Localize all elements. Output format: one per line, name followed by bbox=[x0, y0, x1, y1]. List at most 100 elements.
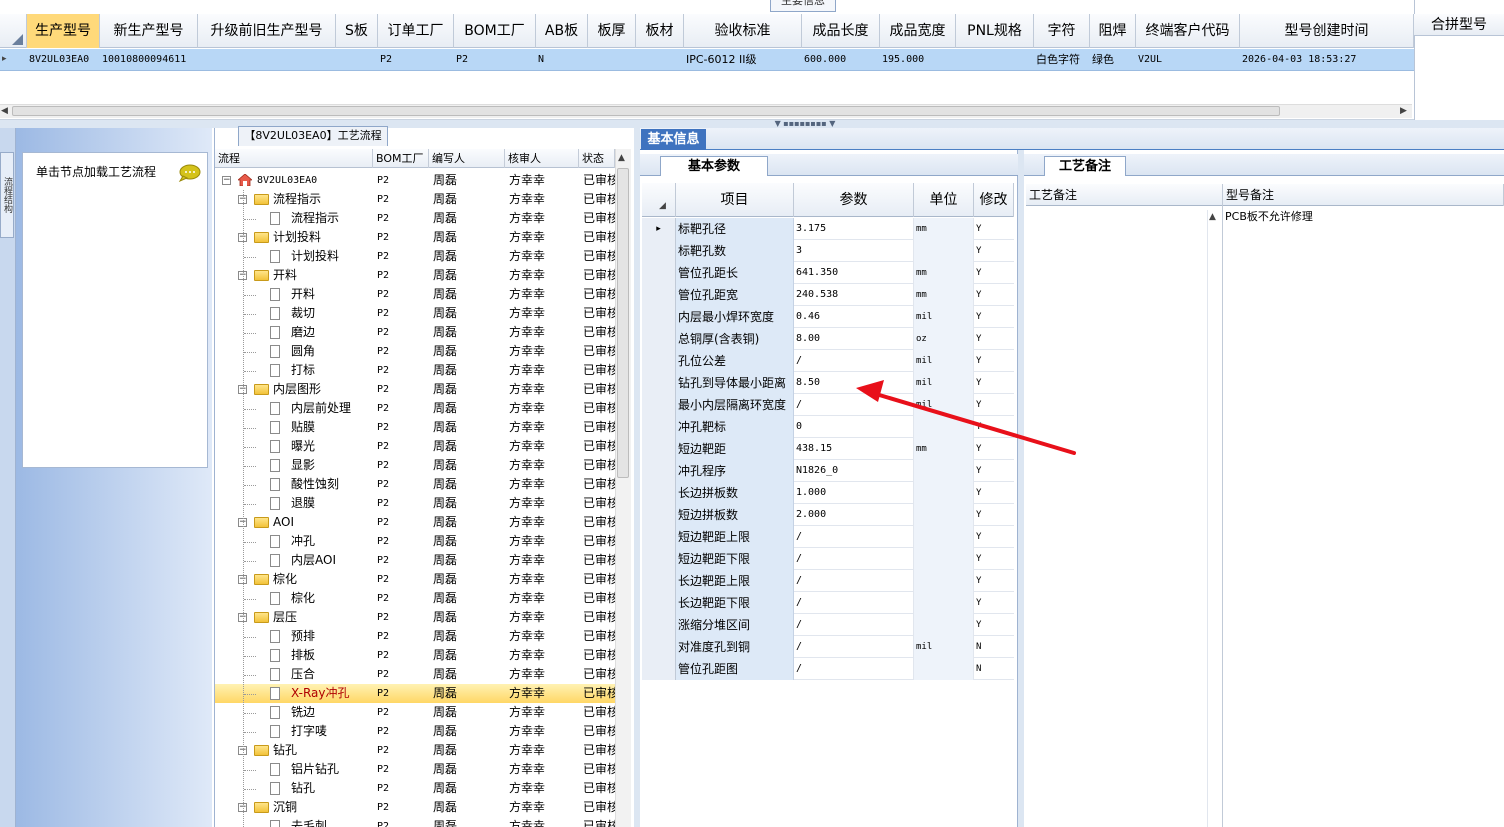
tree-col-status[interactable]: 状态 bbox=[579, 149, 615, 168]
params-cell-unit[interactable] bbox=[914, 592, 974, 614]
tree-col-bom[interactable]: BOM工厂 bbox=[373, 149, 429, 168]
params-cell-modify[interactable]: Y bbox=[974, 240, 1014, 262]
params-cell-modify[interactable]: Y bbox=[974, 504, 1014, 526]
params-col-item[interactable]: 项目 bbox=[676, 183, 794, 217]
tree-node-label[interactable]: 裁切 bbox=[291, 304, 375, 323]
params-cell-modify[interactable]: Y bbox=[974, 416, 1014, 438]
params-cell-unit[interactable] bbox=[914, 614, 974, 636]
row-header[interactable] bbox=[642, 482, 676, 504]
params-cell-unit[interactable]: mm bbox=[914, 262, 974, 284]
params-cell-value[interactable]: / bbox=[794, 658, 914, 680]
row-header[interactable] bbox=[642, 262, 676, 284]
tree-node-label[interactable]: 计划投料 bbox=[291, 247, 375, 266]
tree-node-label[interactable]: 去毛刺 bbox=[291, 817, 375, 827]
scroll-up-icon[interactable]: ▲ bbox=[618, 151, 625, 165]
params-cell-unit[interactable]: mm bbox=[914, 284, 974, 306]
tree-col-reviewer[interactable]: 核审人 bbox=[505, 149, 579, 168]
tree-node-label[interactable]: 显影 bbox=[291, 456, 375, 475]
params-cell-unit[interactable] bbox=[914, 570, 974, 592]
top-col-header[interactable]: 新生产型号 bbox=[100, 14, 198, 48]
params-cell-modify[interactable]: Y bbox=[974, 394, 1014, 416]
tab-basic-info[interactable]: 基本信息 bbox=[641, 129, 706, 150]
params-cell-unit[interactable] bbox=[914, 240, 974, 262]
tree-col-writer[interactable]: 编写人 bbox=[429, 149, 505, 168]
row-header[interactable] bbox=[642, 504, 676, 526]
top-col-header[interactable]: AB板 bbox=[536, 14, 588, 48]
top-grid-cell[interactable]: 10010800094611 bbox=[100, 49, 198, 71]
params-cell-value[interactable]: 3.175 bbox=[794, 218, 914, 240]
params-cell-value[interactable]: 438.15 bbox=[794, 438, 914, 460]
row-header[interactable] bbox=[642, 658, 676, 680]
top-col-header[interactable]: 终端客户代码 bbox=[1136, 14, 1240, 48]
params-cell-value[interactable]: 0.46 bbox=[794, 306, 914, 328]
top-grid-cell[interactable]: IPC-6012 II级 bbox=[684, 49, 802, 71]
tree-node-label[interactable]: 曝光 bbox=[291, 437, 375, 456]
row-header[interactable] bbox=[642, 460, 676, 482]
params-cell-value[interactable]: N1826_0 bbox=[794, 460, 914, 482]
top-col-header[interactable]: 订单工厂 bbox=[378, 14, 454, 48]
notes-scroll-up-icon[interactable]: ▲ bbox=[1209, 210, 1216, 224]
params-col-modify[interactable]: 修改 bbox=[974, 183, 1014, 217]
params-cell-value[interactable]: 8.50 bbox=[794, 372, 914, 394]
params-cell-modify[interactable]: N bbox=[974, 658, 1014, 680]
row-header[interactable] bbox=[642, 240, 676, 262]
top-grid-cell[interactable]: 600.000 bbox=[802, 49, 880, 71]
splitter-grip-icon[interactable]: ▼ ▪▪▪▪▪▪▪▪ ▼ bbox=[770, 120, 840, 128]
top-grid-cell[interactable]: N bbox=[536, 49, 588, 71]
params-cell-value[interactable]: / bbox=[794, 592, 914, 614]
top-col-header[interactable]: BOM工厂 bbox=[454, 14, 536, 48]
tree-node-label[interactable]: 圆角 bbox=[291, 342, 375, 361]
row-header[interactable] bbox=[642, 372, 676, 394]
top-col-header[interactable]: 板厚 bbox=[588, 14, 636, 48]
row-header[interactable] bbox=[642, 548, 676, 570]
params-cell-modify[interactable]: Y bbox=[974, 350, 1014, 372]
params-cell-value[interactable]: / bbox=[794, 614, 914, 636]
params-cell-modify[interactable]: Y bbox=[974, 526, 1014, 548]
row-header[interactable] bbox=[642, 614, 676, 636]
row-header[interactable] bbox=[642, 570, 676, 592]
params-cell-unit[interactable]: mm bbox=[914, 218, 974, 240]
top-grid-cell[interactable] bbox=[956, 49, 1034, 71]
params-cell-unit[interactable]: mil bbox=[914, 372, 974, 394]
params-cell-modify[interactable]: Y bbox=[974, 218, 1014, 240]
params-cell-unit[interactable]: mil bbox=[914, 306, 974, 328]
params-cell-value[interactable]: 641.350 bbox=[794, 262, 914, 284]
tree-node-label[interactable]: 钻孔 bbox=[291, 779, 375, 798]
tree-node-label[interactable]: 开料 bbox=[273, 266, 373, 285]
row-header[interactable] bbox=[642, 350, 676, 372]
params-cell-modify[interactable]: N bbox=[974, 636, 1014, 658]
row-header[interactable] bbox=[642, 394, 676, 416]
params-cell-modify[interactable]: Y bbox=[974, 460, 1014, 482]
tree-vscroll-thumb[interactable] bbox=[617, 168, 629, 478]
horizontal-splitter[interactable] bbox=[0, 120, 1504, 128]
top-col-header[interactable]: 生产型号 bbox=[27, 14, 100, 48]
top-col-header[interactable]: 验收标准 bbox=[684, 14, 802, 48]
top-col-header[interactable]: 升级前旧生产型号 bbox=[198, 14, 336, 48]
top-col-header[interactable]: 阻焊 bbox=[1090, 14, 1136, 48]
row-header[interactable] bbox=[642, 438, 676, 460]
scroll-right-icon[interactable]: ▶ bbox=[1400, 104, 1407, 118]
tab-process-notes[interactable]: 工艺备注 bbox=[1044, 156, 1126, 176]
params-cell-modify[interactable]: Y bbox=[974, 614, 1014, 636]
tree-node-label[interactable]: X-Ray冲孔 bbox=[291, 684, 375, 703]
params-cell-value[interactable]: 2.000 bbox=[794, 504, 914, 526]
tree-collapse-icon[interactable]: − bbox=[222, 176, 231, 185]
params-cell-unit[interactable]: mm bbox=[914, 438, 974, 460]
tree-node-label[interactable]: 计划投料 bbox=[273, 228, 373, 247]
params-cell-unit[interactable]: mil bbox=[914, 350, 974, 372]
scroll-left-icon[interactable]: ◀ bbox=[1, 104, 8, 118]
tree-node-label[interactable]: 打字唛 bbox=[291, 722, 375, 741]
notes-scrollbar[interactable] bbox=[1207, 210, 1219, 827]
params-col-unit[interactable]: 单位 bbox=[914, 183, 974, 217]
notes-col-model[interactable]: 型号备注 bbox=[1223, 184, 1504, 206]
params-cell-value[interactable]: 1.000 bbox=[794, 482, 914, 504]
top-grid-hscroll-thumb[interactable] bbox=[12, 106, 1280, 116]
tree-node-label[interactable]: AOI bbox=[273, 513, 373, 532]
tree-node-label[interactable]: 酸性蚀刻 bbox=[291, 475, 375, 494]
tree-node-label[interactable]: 棕化 bbox=[291, 589, 375, 608]
tree-node-label[interactable]: 排板 bbox=[291, 646, 375, 665]
params-cell-modify[interactable]: Y bbox=[974, 592, 1014, 614]
row-header[interactable] bbox=[642, 416, 676, 438]
tree-node-label[interactable]: 层压 bbox=[273, 608, 373, 627]
tree-node-label[interactable]: 内层图形 bbox=[273, 380, 373, 399]
